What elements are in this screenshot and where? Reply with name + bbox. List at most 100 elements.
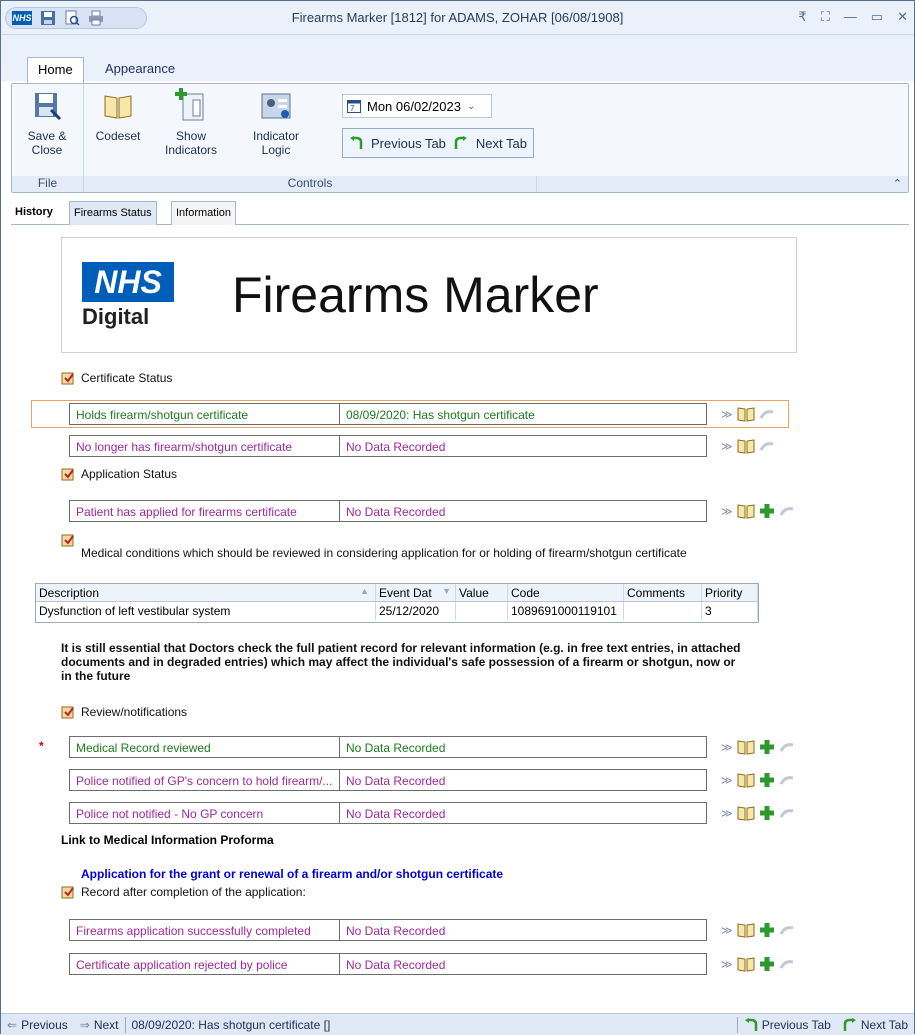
collapse-ribbon-icon[interactable]: ⌃ xyxy=(893,177,902,190)
medical-record-reviewed-row[interactable]: Medical Record reviewed No Data Recorded xyxy=(69,736,707,758)
next-tab-icon xyxy=(454,136,467,149)
restore-icon[interactable]: ₹ xyxy=(798,9,806,25)
application-completed-value: No Data Recorded xyxy=(346,924,446,938)
expand-icon[interactable]: ≫ xyxy=(721,924,733,937)
book-icon[interactable] xyxy=(737,805,755,821)
reviewed-row-actions: ≫ xyxy=(721,736,795,758)
rejected-row-actions: ≫ xyxy=(721,953,795,975)
undo-icon xyxy=(779,776,793,785)
clipboard-icon xyxy=(61,372,74,385)
add-icon[interactable] xyxy=(759,922,775,938)
book-icon[interactable] xyxy=(737,956,755,972)
add-icon[interactable] xyxy=(759,739,775,755)
col-priority[interactable]: Priority xyxy=(702,584,758,601)
status-next-tab-label: Next Tab xyxy=(860,1017,908,1032)
cell-description: Dysfunction of left vestibular system xyxy=(36,602,376,620)
firearms-banner: NHS Digital Firearms Marker xyxy=(61,237,797,353)
holds-certificate-row[interactable]: Holds firearm/shotgun certificate 08/09/… xyxy=(69,403,707,425)
status-next-tab-button[interactable]: Next Tab xyxy=(837,1017,914,1032)
police-not-notified-value: No Data Recorded xyxy=(346,807,446,821)
minimize-icon[interactable]: — xyxy=(844,9,857,25)
no-longer-row-actions: ≫ xyxy=(721,435,775,457)
col-code[interactable]: Code xyxy=(508,584,624,601)
expand-icon[interactable]: ≫ xyxy=(721,505,733,518)
status-previous-tab-button[interactable]: Previous Tab xyxy=(738,1017,837,1032)
fullscreen-icon[interactable]: ⛶ xyxy=(821,9,830,25)
police-notified-value: No Data Recorded xyxy=(346,774,446,788)
expand-icon[interactable]: ≫ xyxy=(721,958,733,971)
applied-certificate-row[interactable]: Patient has applied for firearms certifi… xyxy=(69,500,707,522)
add-icon[interactable] xyxy=(759,956,775,972)
tab-history[interactable]: History xyxy=(11,201,57,225)
police-notified-row-actions: ≫ xyxy=(721,769,795,791)
book-icon[interactable] xyxy=(737,772,755,788)
previous-tab-button[interactable]: Previous Tab xyxy=(371,136,446,151)
add-icon[interactable] xyxy=(759,503,775,519)
close-icon[interactable]: ✕ xyxy=(897,9,908,25)
application-completed-row[interactable]: Firearms application successfully comple… xyxy=(69,919,707,941)
police-notified-row[interactable]: Police notified of GP's concern to hold … xyxy=(69,769,707,791)
add-icon[interactable] xyxy=(759,772,775,788)
add-icon[interactable] xyxy=(759,805,775,821)
book-icon[interactable] xyxy=(737,438,755,454)
codeset-button[interactable]: Codeset xyxy=(90,90,146,143)
tab-home[interactable]: Home xyxy=(27,57,84,84)
tab-navigation: Previous Tab Next Tab xyxy=(342,128,534,158)
expand-icon[interactable]: ≫ xyxy=(721,408,733,421)
calendar-icon: 7 xyxy=(347,100,361,113)
show-indicators-icon xyxy=(175,88,204,121)
file-group-label: File xyxy=(12,176,83,192)
maximize-icon[interactable]: ▭ xyxy=(871,9,883,25)
cell-event-date: 25/12/2020 xyxy=(376,602,456,620)
ribbon: Save & Close File Codeset Show Indicator… xyxy=(11,83,909,193)
ribbon-footer xyxy=(537,176,908,192)
status-next-label: Next xyxy=(93,1017,119,1032)
undo-icon xyxy=(759,410,773,419)
book-icon[interactable] xyxy=(737,922,755,938)
expand-icon[interactable]: ≫ xyxy=(721,440,733,453)
indicator-logic-button[interactable]: Indicator Logic xyxy=(244,90,308,157)
next-tab-button[interactable]: Next Tab xyxy=(476,136,527,151)
expand-icon[interactable]: ≫ xyxy=(721,741,733,754)
book-icon[interactable] xyxy=(737,503,755,519)
no-longer-label: No longer has firearm/shotgun certificat… xyxy=(70,436,340,456)
table-row[interactable]: Dysfunction of left vestibular system 25… xyxy=(36,602,758,620)
undo-icon xyxy=(779,809,793,818)
police-not-notified-row[interactable]: Police not notified - No GP concern No D… xyxy=(69,802,707,824)
book-icon[interactable] xyxy=(737,739,755,755)
expand-icon[interactable]: ≫ xyxy=(721,807,733,820)
status-next-button[interactable]: ⇒ Next xyxy=(74,1018,125,1032)
col-value[interactable]: Value xyxy=(456,584,508,601)
save-close-label: Save & Close xyxy=(27,129,67,157)
police-notified-label: Police notified of GP's concern to hold … xyxy=(70,770,340,790)
status-bar: ⇐ Previous ⇒ Next 08/09/2020: Has shotgu… xyxy=(1,1013,914,1035)
book-icon[interactable] xyxy=(737,406,755,422)
medical-conditions-label: Medical conditions which should be revie… xyxy=(81,546,687,560)
tab-firearms-status[interactable]: Firearms Status xyxy=(69,201,157,225)
content-tab-strip: History Firearms Status Information xyxy=(11,201,909,225)
certificate-status-heading: Certificate Status xyxy=(61,371,172,385)
nhs-digital-text: Digital xyxy=(82,304,150,329)
application-rejected-row[interactable]: Certificate application rejected by poli… xyxy=(69,953,707,975)
col-event-date[interactable]: Event Dat ▼ xyxy=(376,584,456,601)
reviewed-value: No Data Recorded xyxy=(346,741,446,755)
status-previous-tab-label: Previous Tab xyxy=(761,1017,831,1032)
no-longer-certificate-row[interactable]: No longer has firearm/shotgun certificat… xyxy=(69,435,707,457)
tab-information[interactable]: Information xyxy=(171,201,237,225)
tab-appearance[interactable]: Appearance xyxy=(95,57,185,81)
sort-asc-icon: ▲ xyxy=(360,586,369,596)
show-indicators-button[interactable]: Show Indicators xyxy=(160,86,222,157)
nhs-logo: NHS xyxy=(82,262,174,302)
cell-comments xyxy=(624,602,702,620)
col-description[interactable]: Description ▲ xyxy=(36,584,376,601)
date-picker[interactable]: 7 Mon 06/02/2023 ⌄ xyxy=(342,94,492,118)
applied-label: Patient has applied for firearms certifi… xyxy=(70,501,340,521)
holds-row-actions: ≫ xyxy=(721,403,775,425)
indicator-logic-icon xyxy=(261,93,291,119)
col-comments[interactable]: Comments xyxy=(624,584,702,601)
controls-group: Codeset Show Indicators Indicator Logic … xyxy=(84,84,537,192)
save-close-button[interactable]: Save & Close xyxy=(16,90,78,157)
status-previous-button[interactable]: ⇐ Previous xyxy=(1,1018,74,1032)
expand-icon[interactable]: ≫ xyxy=(721,774,733,787)
chevron-down-icon: ⌄ xyxy=(466,100,476,112)
